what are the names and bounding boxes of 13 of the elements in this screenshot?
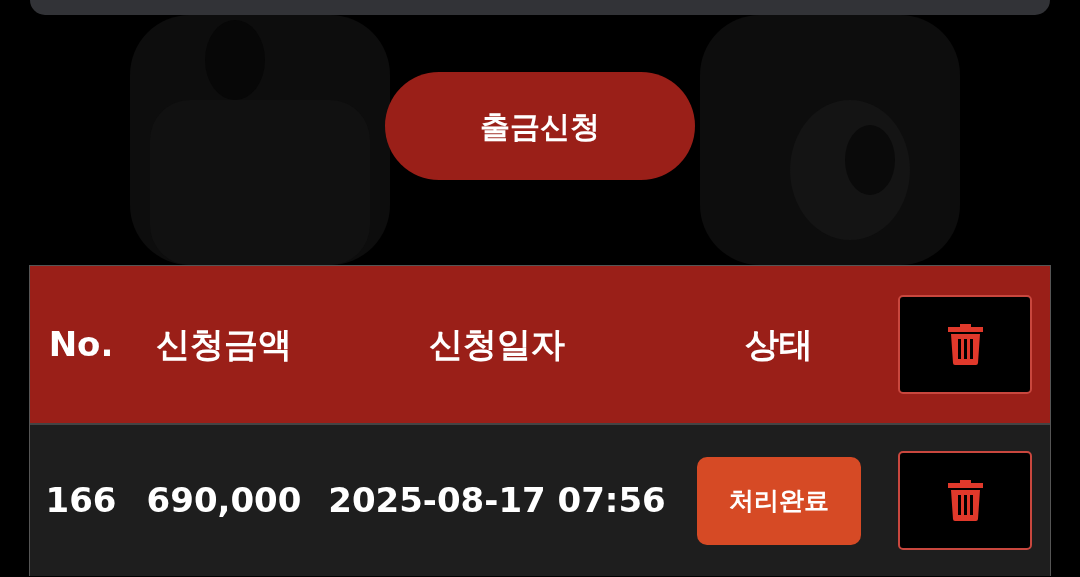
- status-badge: 처리완료: [697, 456, 861, 545]
- trash-icon: [947, 480, 983, 521]
- table-cell: 166: [45, 480, 117, 520]
- column-header: 상태: [745, 324, 813, 364]
- trash-icon: [947, 324, 983, 365]
- table-cell: 690,000: [146, 480, 302, 520]
- withdraw-button[interactable]: 출금신청: [385, 72, 695, 180]
- column-header: No.: [48, 324, 114, 364]
- column-header: 신청일자: [429, 324, 565, 364]
- delete-button[interactable]: [898, 451, 1032, 550]
- delete-button[interactable]: [898, 295, 1032, 394]
- table-cell: 2025-08-17 07:56: [328, 480, 666, 520]
- column-header: 신청금액: [156, 324, 292, 364]
